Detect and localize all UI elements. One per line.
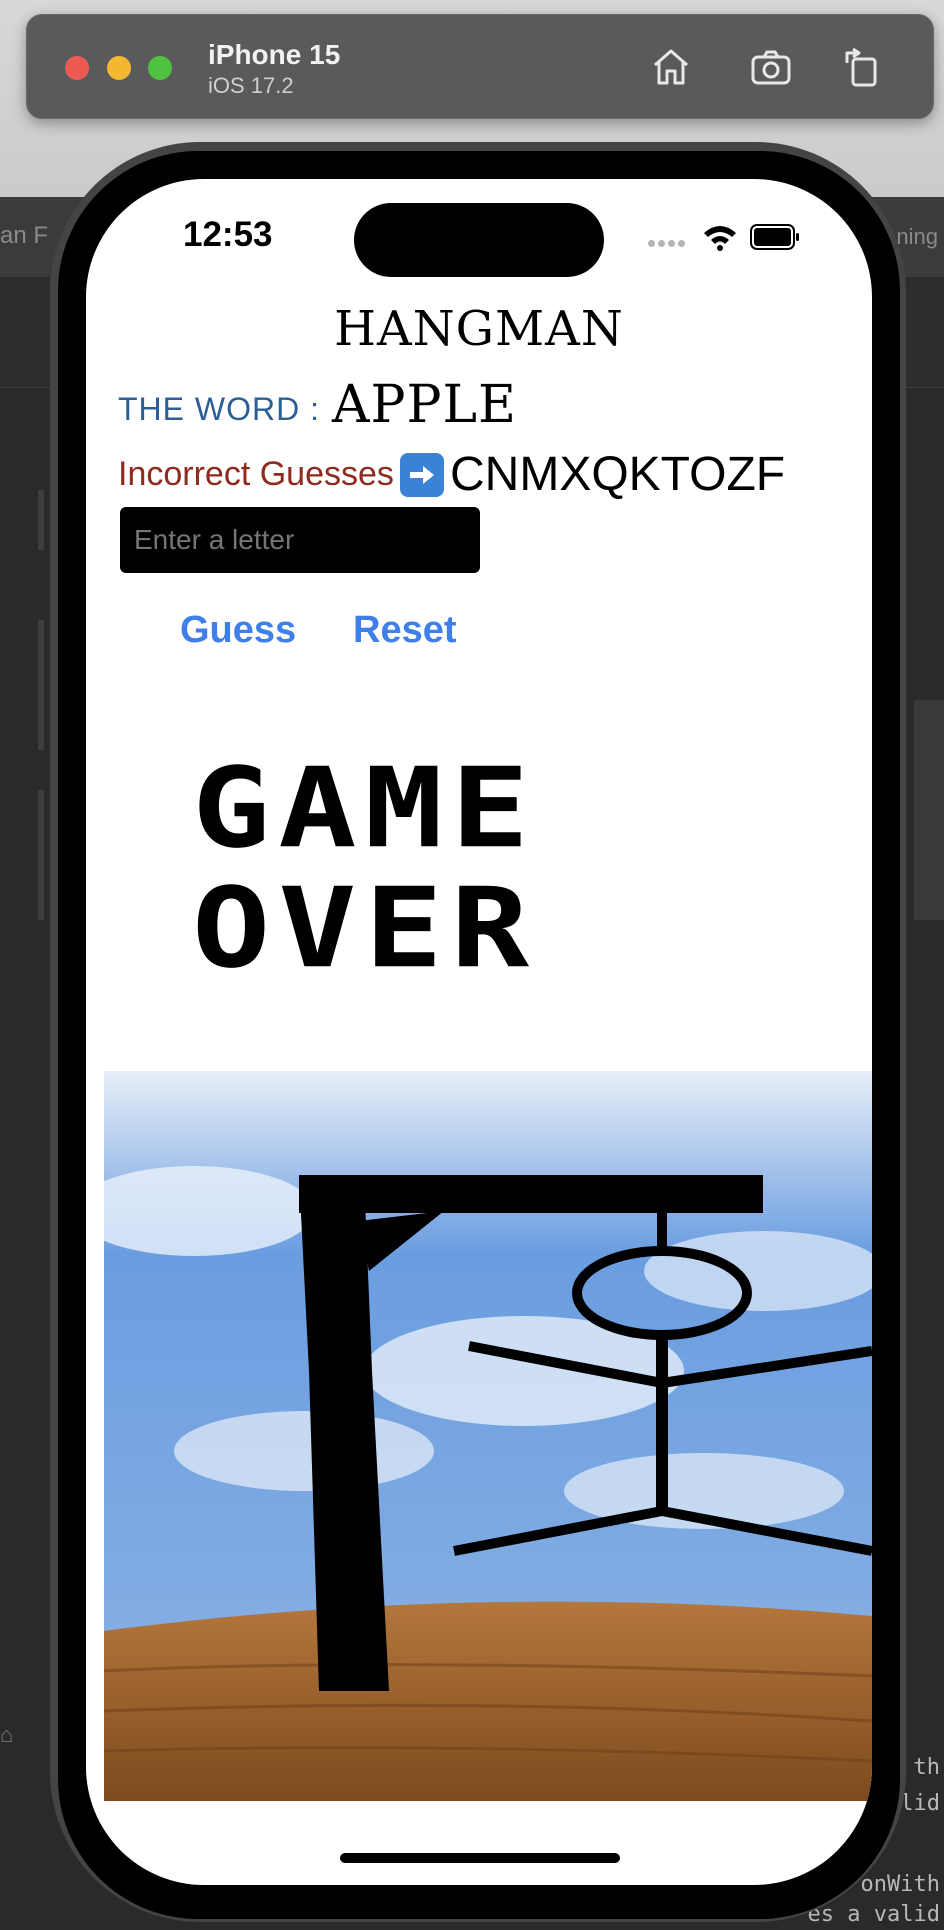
minimize-window-button[interactable] bbox=[107, 56, 131, 80]
gallows-beam bbox=[299, 1175, 763, 1213]
camera-icon[interactable] bbox=[747, 43, 795, 91]
code-line: th bbox=[913, 1755, 941, 1780]
reset-button[interactable]: Reset bbox=[353, 609, 457, 652]
game-over-line-2: OVER bbox=[192, 863, 538, 975]
zoom-window-button[interactable] bbox=[148, 56, 172, 80]
os-version: iOS 17.2 bbox=[208, 73, 294, 98]
phone-screen: 12:53 HANGMAN THE WORD : APPLE Incorrect… bbox=[86, 179, 872, 1885]
game-over-image: GAME OVER bbox=[192, 757, 872, 975]
letter-input[interactable] bbox=[120, 507, 480, 573]
ide-gutter-mark bbox=[38, 790, 44, 920]
device-name: iPhone 15 bbox=[208, 39, 341, 70]
rotate-icon[interactable] bbox=[837, 43, 885, 91]
ide-gutter-mark bbox=[38, 490, 44, 550]
game-over-line-1: GAME bbox=[192, 757, 538, 873]
ide-right-panel bbox=[914, 700, 944, 920]
word-value: APPLE bbox=[332, 375, 518, 435]
home-icon[interactable] bbox=[647, 43, 695, 91]
word-label: THE WORD : bbox=[118, 391, 320, 427]
home-indicator[interactable] bbox=[340, 1853, 620, 1863]
dynamic-island bbox=[354, 203, 604, 277]
hangman-scene-svg bbox=[104, 1071, 872, 1801]
wifi-icon bbox=[704, 226, 736, 251]
cellular-signal-icon bbox=[648, 234, 688, 252]
cloud bbox=[174, 1411, 434, 1491]
battery-icon bbox=[750, 224, 799, 250]
hangman-scene-image bbox=[104, 1071, 872, 1801]
simulator-title-bar: iPhone 15 iOS 17.2 bbox=[26, 14, 934, 119]
close-window-button[interactable] bbox=[65, 56, 89, 80]
ide-left-title: an F bbox=[0, 222, 49, 249]
guess-button[interactable]: Guess bbox=[180, 609, 296, 652]
ide-right-title: ning bbox=[896, 224, 938, 249]
status-time: 12:53 bbox=[183, 215, 273, 254]
incorrect-guesses-value: CNMXQKTOZF bbox=[450, 448, 786, 501]
right-arrow-icon bbox=[400, 453, 444, 497]
app-title: HANGMAN bbox=[334, 301, 624, 357]
incorrect-guesses-label: Incorrect Guesses bbox=[118, 455, 394, 493]
ide-code-snippet: th lid bbox=[900, 1750, 940, 1822]
code-line: es a valid bbox=[807, 1902, 940, 1927]
ground bbox=[104, 1601, 872, 1801]
ide-gutter-mark bbox=[38, 620, 44, 750]
ide-house-icon: ⌂ bbox=[0, 1722, 14, 1747]
code-line: lid bbox=[900, 1791, 940, 1816]
